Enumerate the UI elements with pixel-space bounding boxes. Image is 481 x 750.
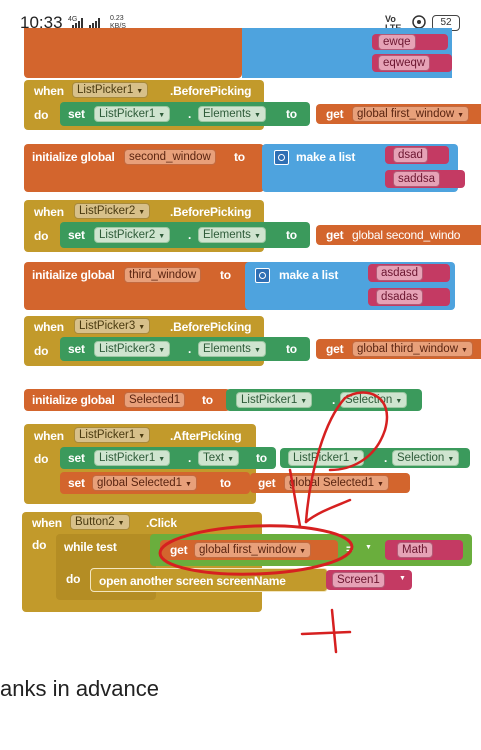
footer-text: anks in advance — [0, 676, 159, 701]
annotation-circle — [158, 524, 354, 576]
annotation-overlay — [158, 391, 389, 654]
annotation-arrow — [288, 391, 389, 528]
annotation-plus — [300, 608, 352, 654]
